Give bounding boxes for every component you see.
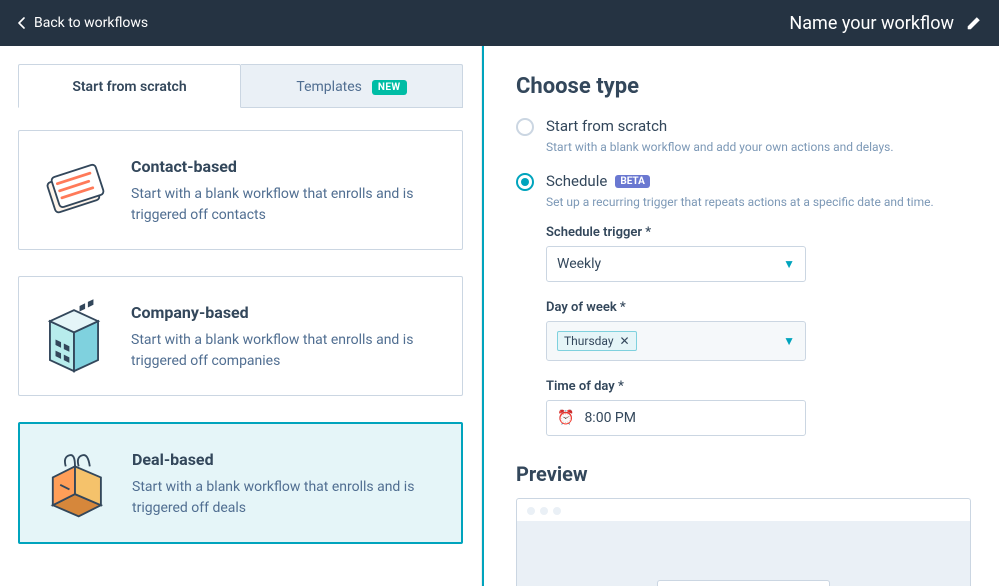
left-tabs: Start from scratch Templates NEW xyxy=(18,64,463,108)
day-chip[interactable]: Thursday ✕ xyxy=(557,331,637,351)
chevron-down-icon: ▼ xyxy=(783,334,795,348)
card-text: Deal-based Start with a blank workflow t… xyxy=(132,446,432,519)
clock-icon: ⏰ xyxy=(557,410,574,426)
app-header: Back to workflows Name your workflow xyxy=(0,0,999,46)
card-title: Deal-based xyxy=(132,450,432,469)
tab-label-start: Start from scratch xyxy=(72,79,186,95)
left-panel: Start from scratch Templates NEW xyxy=(0,46,482,586)
card-text: Company-based Start with a blank workflo… xyxy=(131,299,431,372)
time-of-day-value: 8:00 PM xyxy=(584,410,636,426)
schedule-trigger-value: Weekly xyxy=(557,256,601,272)
day-chip-label: Thursday xyxy=(564,334,614,348)
contact-icon xyxy=(37,153,111,227)
pencil-icon xyxy=(966,16,981,31)
remove-chip-icon[interactable]: ✕ xyxy=(620,334,630,348)
tab-templates[interactable]: Templates NEW xyxy=(241,64,463,107)
card-contact-based[interactable]: Contact-based Start with a blank workflo… xyxy=(18,130,463,250)
deal-icon xyxy=(38,446,112,520)
time-of-day-label: Time of day * xyxy=(546,379,971,394)
preview-body: Enrollment trigger xyxy=(517,522,970,586)
main-layout: Start from scratch Templates NEW xyxy=(0,46,999,586)
card-company-based[interactable]: Company-based Start with a blank workflo… xyxy=(18,276,463,396)
day-of-week-select[interactable]: Thursday ✕ ▼ xyxy=(546,321,806,361)
tab-start-from-scratch[interactable]: Start from scratch xyxy=(18,64,241,108)
back-to-workflows-link[interactable]: Back to workflows xyxy=(18,15,148,31)
schedule-trigger-select[interactable]: Weekly ▼ xyxy=(546,246,806,282)
radio-label: Start from scratch xyxy=(546,117,971,135)
chevron-left-icon xyxy=(18,17,26,29)
type-radio-group: Start from scratch Start with a blank wo… xyxy=(516,117,971,436)
time-of-day-input[interactable]: ⏰ 8:00 PM xyxy=(546,400,806,436)
tab-label-templates: Templates xyxy=(296,79,362,95)
preview-title: Preview xyxy=(516,462,971,486)
radio-input[interactable] xyxy=(516,118,534,136)
schedule-label-text: Schedule xyxy=(546,172,607,190)
card-desc: Start with a blank workflow that enrolls… xyxy=(132,477,432,519)
card-desc: Start with a blank workflow that enrolls… xyxy=(131,184,431,226)
back-link-label: Back to workflows xyxy=(34,15,148,31)
radio-body: Start from scratch Start with a blank wo… xyxy=(546,117,971,156)
radio-label: Schedule BETA xyxy=(546,172,971,190)
day-of-week-label: Day of week * xyxy=(546,300,971,315)
workflow-type-cards: Contact-based Start with a blank workflo… xyxy=(18,130,463,544)
radio-desc: Set up a recurring trigger that repeats … xyxy=(546,193,971,211)
chevron-down-icon: ▼ xyxy=(783,257,795,271)
card-text: Contact-based Start with a blank workflo… xyxy=(131,153,431,226)
right-panel: Choose type Start from scratch Start wit… xyxy=(482,46,999,586)
card-title: Company-based xyxy=(131,303,431,322)
new-badge: NEW xyxy=(372,80,407,95)
enrollment-trigger-box[interactable]: Enrollment trigger xyxy=(657,580,830,586)
beta-badge: BETA xyxy=(615,175,650,188)
schedule-trigger-label: Schedule trigger * xyxy=(546,225,971,240)
radio-schedule[interactable]: Schedule BETA Set up a recurring trigger… xyxy=(516,172,971,436)
card-title: Contact-based xyxy=(131,157,431,176)
radio-input[interactable] xyxy=(516,173,534,191)
card-deal-based[interactable]: Deal-based Start with a blank workflow t… xyxy=(18,422,463,544)
choose-type-title: Choose type xyxy=(516,74,971,99)
company-icon xyxy=(37,299,111,373)
workflow-title-wrap[interactable]: Name your workflow xyxy=(789,13,981,34)
radio-body: Schedule BETA Set up a recurring trigger… xyxy=(546,172,971,436)
workflow-title: Name your workflow xyxy=(789,13,954,34)
radio-start-from-scratch[interactable]: Start from scratch Start with a blank wo… xyxy=(516,117,971,156)
preview-panel: Enrollment trigger xyxy=(516,498,971,586)
window-dots-icon xyxy=(517,499,970,522)
radio-desc: Start with a blank workflow and add your… xyxy=(546,138,971,156)
card-desc: Start with a blank workflow that enrolls… xyxy=(131,330,431,372)
